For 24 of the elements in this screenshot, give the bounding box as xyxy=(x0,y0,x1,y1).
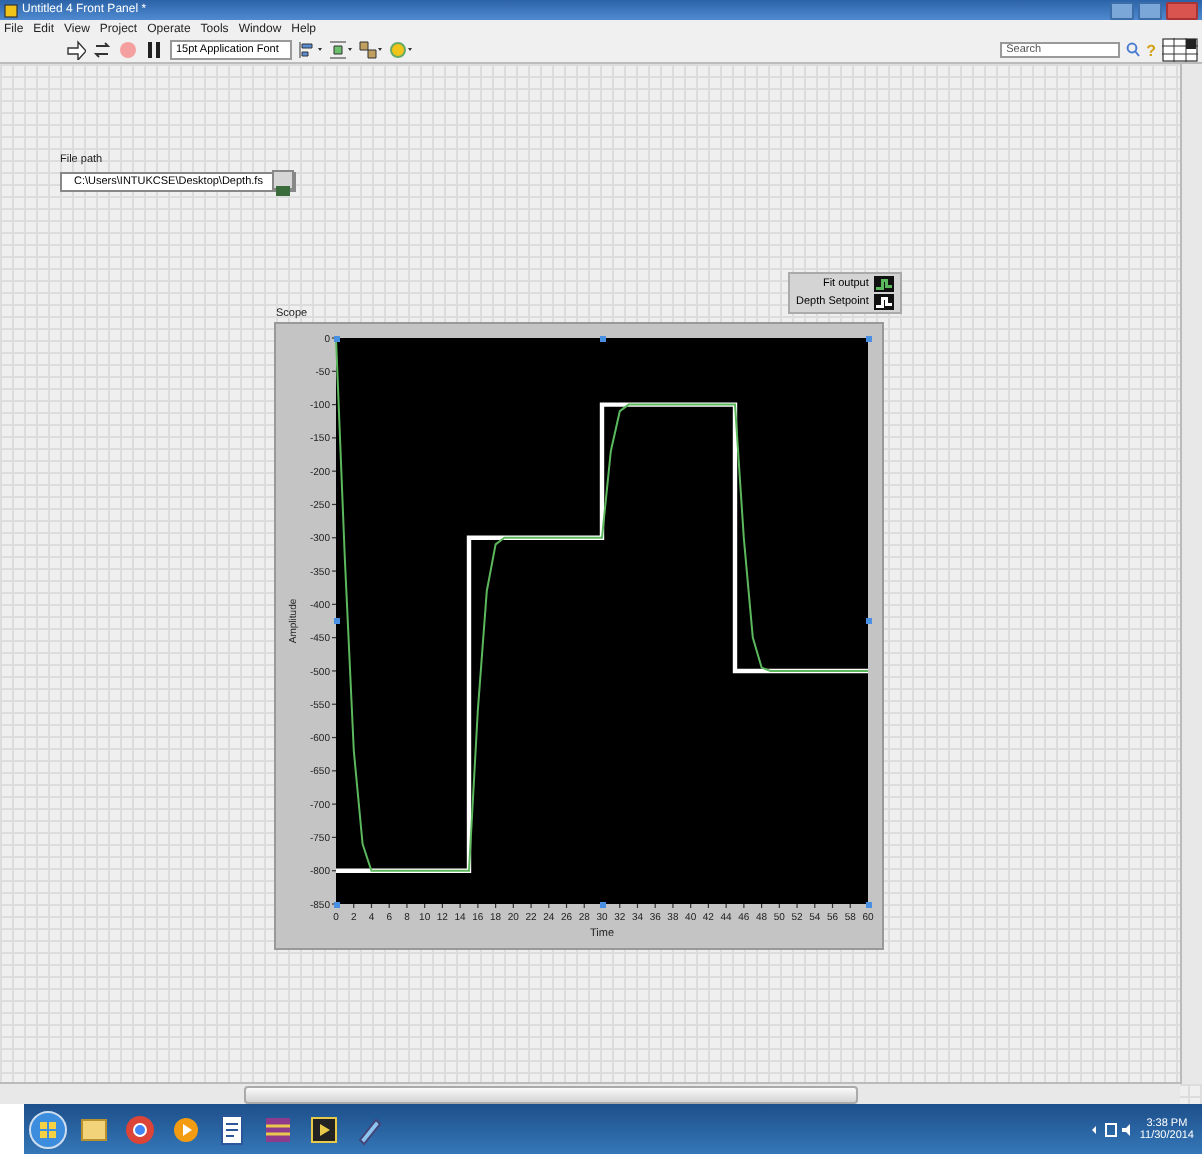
vertical-scrollbar[interactable] xyxy=(1180,64,1202,1084)
resize-handle[interactable] xyxy=(865,901,871,907)
distribute-icon[interactable] xyxy=(328,40,353,60)
resize-handle[interactable] xyxy=(865,335,871,341)
browse-button[interactable] xyxy=(272,170,294,190)
search-icon[interactable] xyxy=(1126,42,1141,58)
resize-handle[interactable] xyxy=(333,335,339,341)
align-icon[interactable] xyxy=(298,40,323,60)
resize-icon[interactable] xyxy=(358,40,383,60)
loop-arrows-icon[interactable] xyxy=(92,40,112,60)
run-arrow-icon[interactable] xyxy=(66,40,86,60)
tray-icons[interactable] xyxy=(1089,1121,1134,1137)
app-icon xyxy=(4,3,18,17)
resize-handle[interactable] xyxy=(599,335,605,341)
start-button[interactable] xyxy=(28,1109,68,1149)
horizontal-scrollbar[interactable] xyxy=(0,1082,1180,1104)
resize-handle[interactable] xyxy=(333,901,339,907)
pause-icon[interactable] xyxy=(144,40,164,60)
resize-handle[interactable] xyxy=(333,618,339,624)
connector-pane-icon xyxy=(1162,38,1198,62)
resize-handle[interactable] xyxy=(599,901,605,907)
folder-icon xyxy=(276,184,290,196)
resize-handle[interactable] xyxy=(865,618,871,624)
plot-line-icon[interactable] xyxy=(874,276,895,292)
